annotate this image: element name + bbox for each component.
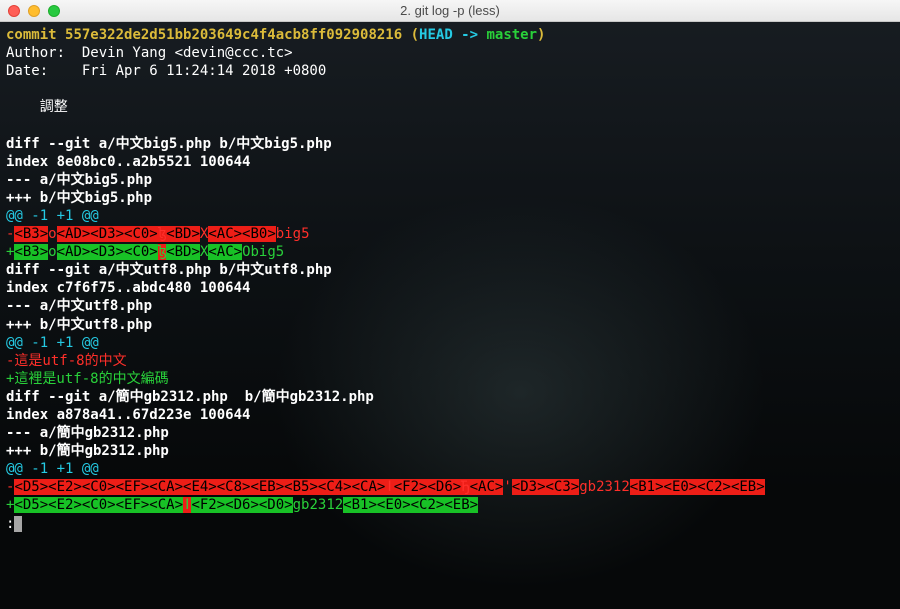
- diff-old-file: --- a/簡中gb2312.php: [6, 424, 894, 442]
- diff-index: index c7f6f75..abdc480 100644: [6, 279, 894, 297]
- diff-index: index 8e08bc0..a2b5521 100644: [6, 153, 894, 171]
- diff-removed: -<B3>o<AD><D3><C0>ɮ<BD>X<AC><B0>big5: [6, 225, 894, 243]
- date-line: Date: Fri Apr 6 11:24:14 2018 +0800: [6, 62, 894, 80]
- cursor-icon: [14, 516, 22, 532]
- diff-added: +這裡是utf-8的中文編碼: [6, 370, 894, 388]
- diff-header: diff --git a/中文big5.php b/中文big5.php: [6, 135, 894, 153]
- diff-new-file: +++ b/簡中gb2312.php: [6, 442, 894, 460]
- window-titlebar: 2. git log -p (less): [0, 0, 900, 22]
- diff-header: diff --git a/中文utf8.php b/中文utf8.php: [6, 261, 894, 279]
- diff-new-file: +++ b/中文utf8.php: [6, 316, 894, 334]
- diff-new-file: +++ b/中文big5.php: [6, 189, 894, 207]
- minimize-icon[interactable]: [28, 5, 40, 17]
- blank-line: [6, 80, 894, 98]
- less-prompt[interactable]: :: [6, 515, 894, 533]
- diff-hunk: @@ -1 +1 @@: [6, 460, 894, 478]
- terminal-output[interactable]: commit 557e322de2d51bb203649c4f4acb8ff09…: [0, 22, 900, 609]
- commit-line: commit 557e322de2d51bb203649c4f4acb8ff09…: [6, 26, 894, 44]
- diff-added: +<D5><E2><C0><EF><CA>ǀ<F2><D6><D0>gb2312…: [6, 496, 894, 514]
- diff-header: diff --git a/簡中gb2312.php b/簡中gb2312.php: [6, 388, 894, 406]
- diff-hunk: @@ -1 +1 @@: [6, 207, 894, 225]
- diff-hunk: @@ -1 +1 @@: [6, 334, 894, 352]
- window-title: 2. git log -p (less): [0, 3, 900, 18]
- diff-removed: -<D5><E2><C0><EF><CA><E4><C8><EB><B5><C4…: [6, 478, 894, 496]
- diff-added: +<B3>o<AD><D3><C0>ɮ<BD>X<AC>Obig5: [6, 243, 894, 261]
- diff-old-file: --- a/中文utf8.php: [6, 297, 894, 315]
- blank-line: [6, 116, 894, 134]
- diff-removed: -這是utf-8的中文: [6, 352, 894, 370]
- commit-message: 調整: [6, 98, 894, 116]
- traffic-lights: [0, 5, 60, 17]
- diff-old-file: --- a/中文big5.php: [6, 171, 894, 189]
- close-icon[interactable]: [8, 5, 20, 17]
- author-line: Author: Devin Yang <devin@ccc.tc>: [6, 44, 894, 62]
- diff-index: index a878a41..67d223e 100644: [6, 406, 894, 424]
- zoom-icon[interactable]: [48, 5, 60, 17]
